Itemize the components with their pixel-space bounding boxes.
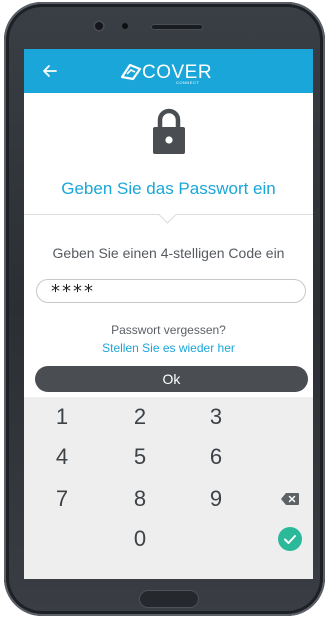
key-0[interactable]: 0	[110, 519, 170, 559]
proximity-sensor	[122, 23, 128, 29]
cover-connect-logo: COVER CONNECT	[120, 57, 212, 87]
logo-subtext: CONNECT	[176, 80, 200, 85]
page-title: Geben Sie das Passwort ein	[61, 179, 276, 198]
key-9[interactable]: 9	[186, 479, 246, 519]
lock-icon-wrapper	[24, 107, 313, 155]
key-2[interactable]: 2	[110, 397, 170, 437]
earpiece-speaker	[151, 24, 203, 30]
front-camera	[93, 20, 105, 32]
lock-icon	[152, 108, 185, 154]
key-3[interactable]: 3	[186, 397, 246, 437]
pin-input[interactable]: ****	[36, 279, 306, 303]
app-screen: COVER CONNECT Geben Sie das Passwort ein…	[24, 49, 313, 579]
restore-password-link[interactable]: Stellen Sie es wieder her	[24, 341, 313, 355]
arrow-left-icon[interactable]	[38, 59, 62, 83]
key-7[interactable]: 7	[32, 479, 92, 519]
key-5[interactable]: 5	[110, 437, 170, 477]
check-circle-icon[interactable]	[260, 519, 313, 559]
numeric-keypad: 1 2 3 4 5 6 7 8 9 0	[24, 397, 313, 579]
phone-frame: COVER CONNECT Geben Sie das Passwort ein…	[4, 2, 325, 616]
key-8[interactable]: 8	[110, 479, 170, 519]
app-bar: COVER CONNECT	[24, 49, 313, 93]
key-6[interactable]: 6	[186, 437, 246, 477]
logo-mark-icon	[120, 63, 142, 81]
home-button[interactable]	[139, 590, 199, 608]
key-1[interactable]: 1	[32, 397, 92, 437]
logo-text: COVER	[142, 61, 213, 83]
ok-button[interactable]: Ok	[35, 366, 308, 392]
backspace-icon[interactable]	[260, 479, 313, 519]
divider-notch	[158, 205, 177, 224]
forgot-password-text: Passwort vergessen?	[111, 323, 226, 337]
pin-instruction: Geben Sie einen 4-stelligen Code ein	[52, 245, 285, 261]
key-4[interactable]: 4	[32, 437, 92, 477]
